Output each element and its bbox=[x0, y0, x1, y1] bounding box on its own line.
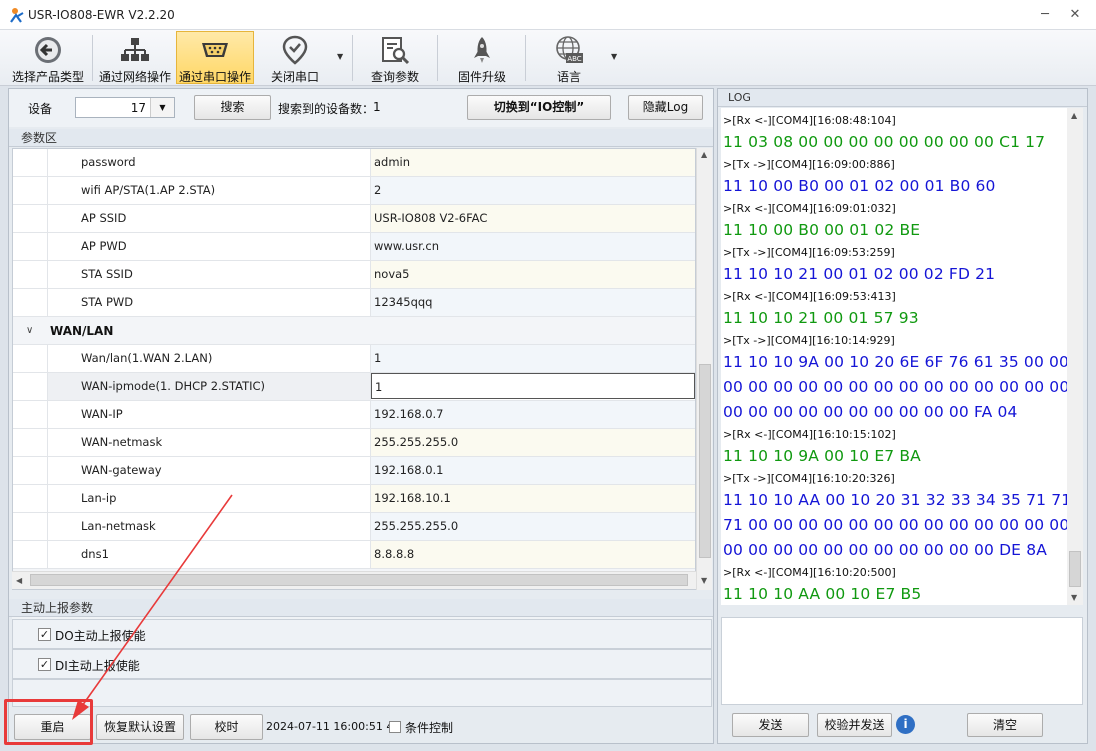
annotation-arrow bbox=[72, 494, 233, 720]
